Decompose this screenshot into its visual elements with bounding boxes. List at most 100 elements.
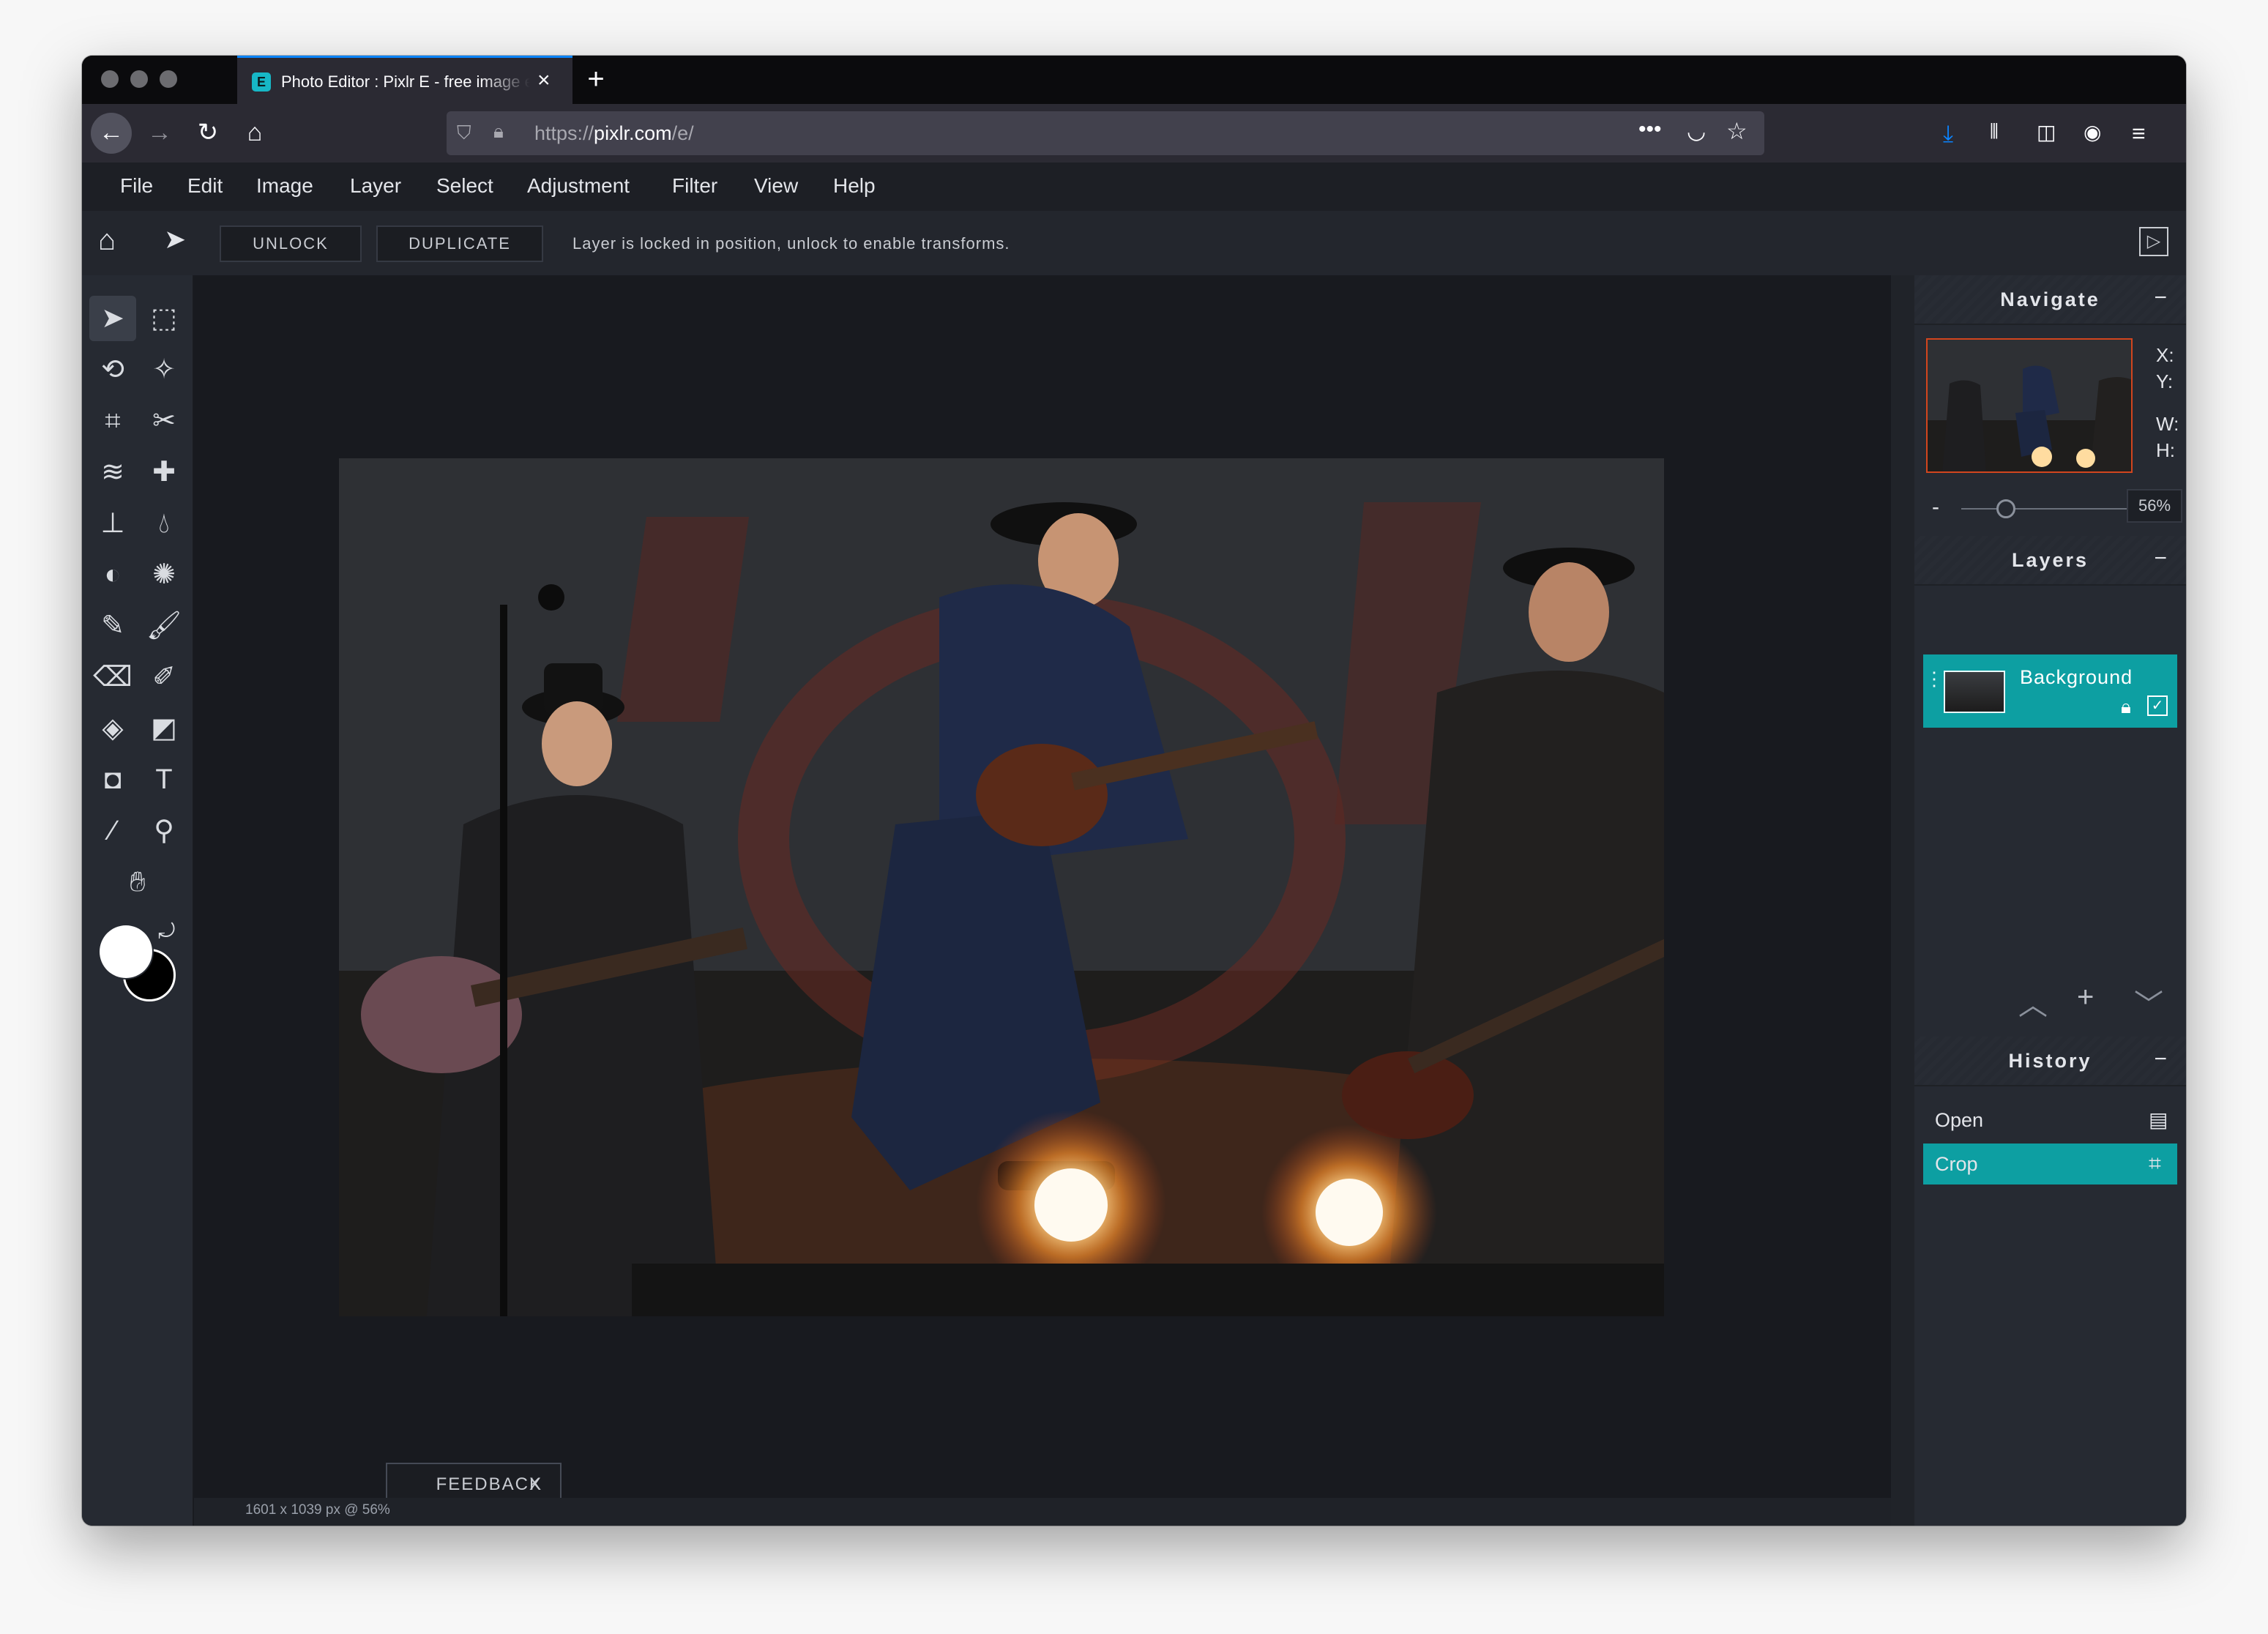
library-icon[interactable]: ⫴ (1990, 120, 1999, 144)
hand-icon[interactable]: ✋︎ (114, 859, 161, 905)
page-actions-icon[interactable]: ••• (1638, 117, 1662, 142)
layer-visibility-checkbox[interactable]: ✓ (2147, 695, 2168, 716)
close-tab-icon[interactable]: × (537, 68, 551, 93)
cutout-scissors-icon[interactable]: ✂ (141, 398, 187, 444)
add-layer-icon[interactable]: + (2077, 981, 2094, 1014)
url-prefix: https:// (534, 122, 594, 144)
app-menu-bar: File Edit Image Layer Select Adjustment … (82, 163, 2186, 211)
w-label: W: (2156, 413, 2179, 435)
arrange-tool-icon: ➤ (164, 224, 187, 254)
menu-file[interactable]: File (120, 174, 153, 198)
dodge-burn-icon[interactable]: ◐ (89, 552, 136, 597)
zoom-out-button[interactable]: - (1932, 495, 1939, 520)
duplicate-button[interactable]: DUPLICATE (376, 225, 543, 262)
brush-icon[interactable]: 🖌︎ (141, 603, 187, 649)
window-minimize-dot[interactable] (130, 70, 148, 88)
fill-bucket-icon[interactable]: ◈ (89, 706, 136, 751)
heal-icon[interactable]: ✚ (141, 449, 187, 495)
collapse-history-icon[interactable]: − (2154, 1047, 2167, 1072)
menu-adjustment[interactable]: Adjustment (527, 174, 630, 198)
shape-icon[interactable]: ◘ (89, 757, 136, 802)
swap-colors-icon[interactable]: ⤾ (158, 919, 175, 944)
eraser-icon[interactable]: ⌫ (89, 654, 136, 700)
menu-layer[interactable]: Layer (350, 174, 401, 198)
tool-options-bar: ⌂ ➤ UNLOCK DUPLICATE Layer is locked in … (82, 211, 2186, 275)
account-icon[interactable]: ◉ (2084, 120, 2101, 144)
history-item-label: Crop (1935, 1153, 1978, 1175)
bookmark-star-icon[interactable]: ☆ (1726, 117, 1747, 145)
lasso-icon[interactable]: ⟲ (89, 347, 136, 392)
home-icon[interactable]: ⌂ (234, 113, 275, 154)
drag-handle-icon[interactable]: ⋮ (1925, 669, 1944, 688)
marquee-select-icon[interactable]: ⬚ (141, 296, 187, 341)
crop-icon: ⌗ (2149, 1152, 2161, 1176)
forward-icon[interactable]: → (139, 113, 180, 154)
text-icon[interactable]: T (141, 757, 187, 802)
window-close-dot[interactable] (101, 70, 119, 88)
shield-icon[interactable]: ⛉ (457, 122, 471, 145)
menu-edit[interactable]: Edit (187, 174, 223, 198)
collapse-navigate-icon[interactable]: − (2154, 286, 2167, 310)
unlock-button[interactable]: UNLOCK (220, 225, 362, 262)
pencil-icon[interactable]: ✎ (89, 603, 136, 649)
sidebar-icon[interactable]: ◫ (2037, 120, 2056, 144)
y-label: Y: (2156, 370, 2174, 392)
pocket-icon[interactable]: ◡ (1687, 119, 1706, 144)
menu-help[interactable]: Help (833, 174, 876, 198)
app-home-icon[interactable]: ⌂ (98, 224, 116, 257)
layers-panel-header: Layers − (1914, 536, 2186, 586)
menu-select[interactable]: Select (436, 174, 493, 198)
concert-photo-illustration (339, 458, 1664, 1316)
gradient-icon[interactable]: ◩ (141, 706, 187, 751)
collapse-panels-icon[interactable]: ▷ (2139, 227, 2168, 256)
address-bar[interactable]: ⛉ 🔒︎ https://pixlr.com/e/ ••• ◡ ☆ (447, 111, 1764, 155)
photo-image[interactable] (339, 458, 1664, 1316)
canvas-area[interactable]: FEEDBACK X (194, 275, 1891, 1505)
move-layer-down-icon[interactable]: ﹀ (2134, 981, 2163, 1023)
history-panel-header: History − (1914, 1037, 2186, 1086)
layer-name: Background (2020, 666, 2133, 688)
h-label: H: (2156, 439, 2175, 461)
liquify-icon[interactable]: ≋ (89, 449, 136, 495)
pixlr-favicon-icon: E (252, 72, 271, 92)
history-item-open[interactable]: Open ▤ (1923, 1100, 2177, 1141)
menu-filter[interactable]: Filter (672, 174, 717, 198)
back-icon[interactable]: ← (91, 113, 132, 154)
reload-icon[interactable]: ↻ (187, 113, 228, 154)
lock-icon[interactable]: 🔒︎ (493, 120, 504, 143)
color-replace-icon[interactable]: ✐ (141, 654, 187, 700)
downloads-icon[interactable]: ⤓ (1943, 120, 1953, 148)
arrange-tool-icon[interactable]: ➤ (89, 296, 136, 341)
navigator-thumbnail[interactable] (1926, 338, 2133, 473)
navigator-thumbnail-illustration (1928, 340, 2131, 471)
clone-stamp-icon[interactable]: ⊥ (89, 501, 136, 546)
document-icon: ▤ (2149, 1108, 2168, 1131)
collapse-layers-icon[interactable]: − (2154, 546, 2167, 571)
move-layer-up-icon[interactable]: ︿ (2018, 981, 2048, 1023)
crop-icon[interactable]: ⌗ (89, 398, 136, 444)
tool-options-message: Layer is locked in position, unlock to e… (572, 234, 1010, 253)
blur-drop-icon[interactable]: 💧︎ (141, 501, 187, 546)
sponge-icon[interactable]: ✺ (141, 552, 187, 597)
magic-wand-icon[interactable]: ✧ (141, 347, 187, 392)
eyedropper-icon[interactable]: ⁄ (89, 808, 136, 854)
menu-view[interactable]: View (754, 174, 798, 198)
zoom-slider-handle[interactable] (1996, 499, 2015, 518)
url-domain: pixlr.com (594, 122, 672, 144)
zoom-icon[interactable]: ⚲ (141, 808, 187, 854)
x-label: X: (2156, 344, 2174, 366)
layer-lock-icon[interactable]: 🔒︎ (2121, 695, 2131, 719)
menu-image[interactable]: Image (256, 174, 313, 198)
history-item-crop[interactable]: Crop ⌗ (1923, 1144, 2177, 1185)
canvas-size-status: 1601 x 1039 px @ 56% (245, 1502, 390, 1518)
foreground-color-swatch[interactable] (100, 925, 152, 978)
vertical-scrollbar[interactable] (1891, 275, 1914, 1526)
hamburger-menu-icon[interactable]: ≡ (2132, 120, 2146, 147)
zoom-slider-track[interactable] (1961, 508, 2144, 510)
browser-tab[interactable]: E Photo Editor : Pixlr E - free image ed… (237, 56, 572, 104)
history-item-label: Open (1935, 1109, 1984, 1131)
window-maximize-dot[interactable] (160, 70, 177, 88)
zoom-percent-field[interactable]: 56% (2127, 489, 2182, 523)
layer-row-background[interactable]: ⋮ Background 🔒︎ ✓ (1923, 654, 2177, 728)
new-tab-button[interactable]: + (574, 60, 618, 101)
